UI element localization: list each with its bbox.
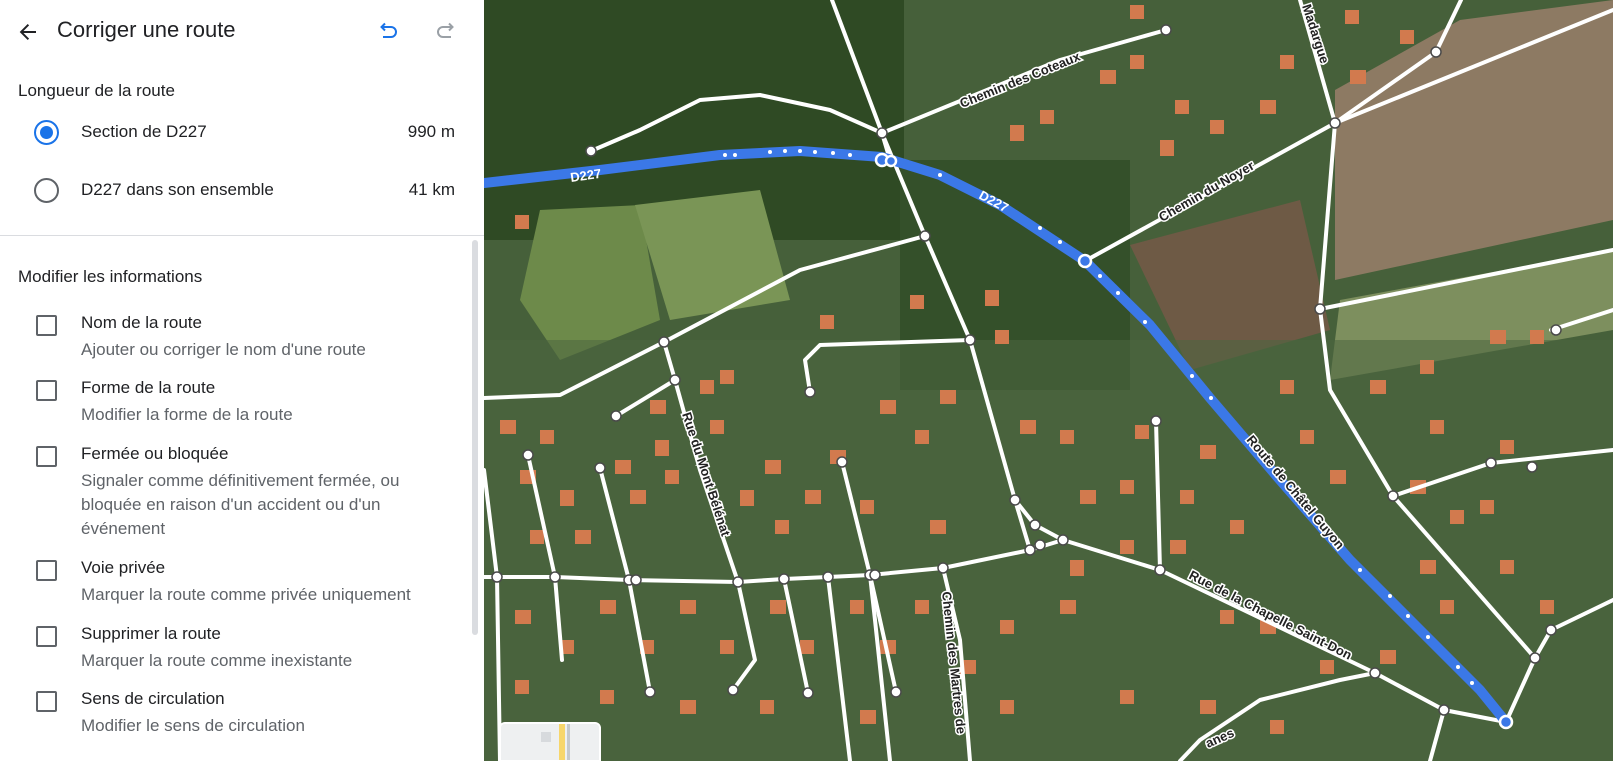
panel-scrollbar[interactable] xyxy=(472,240,478,635)
map-layer-icon xyxy=(501,724,599,760)
divider xyxy=(0,235,484,236)
map-layer-thumbnail[interactable] xyxy=(499,722,601,761)
radio-option-whole[interactable]: D227 dans son ensemble 41 km xyxy=(0,166,484,216)
undo-button[interactable] xyxy=(372,16,404,48)
option-road-name[interactable]: Nom de la route Ajouter ou corriger le n… xyxy=(0,313,470,363)
undo-icon xyxy=(380,22,397,38)
option-title: Nom de la route xyxy=(81,313,202,332)
option-title: Supprimer la route xyxy=(81,624,221,643)
radio-button-selected[interactable] xyxy=(34,120,59,145)
checkbox[interactable] xyxy=(36,560,57,581)
back-button[interactable] xyxy=(12,16,44,48)
arrow-back-icon xyxy=(19,24,36,40)
option-private-road[interactable]: Voie privée Marquer la route comme privé… xyxy=(0,558,470,608)
radio-button[interactable] xyxy=(34,178,59,203)
option-description: Modifier la forme de la route xyxy=(81,405,293,424)
option-description: Marquer la route comme privée uniquement xyxy=(81,585,411,604)
radio-label: Section de D227 xyxy=(81,122,207,141)
edit-road-panel: Corriger une route Longueur de la route … xyxy=(0,0,484,761)
option-title: Voie privée xyxy=(81,558,166,577)
checkbox[interactable] xyxy=(36,380,57,401)
map-canvas[interactable]: D227 D227 Chemin des Coteaux Chemin du N… xyxy=(484,0,1613,761)
option-description: Marquer la route comme inexistante xyxy=(81,651,353,670)
option-road-shape[interactable]: Forme de la route Modifier la forme de l… xyxy=(0,378,470,428)
length-heading: Longueur de la route xyxy=(18,81,175,100)
redo-icon xyxy=(437,22,454,38)
option-traffic-direction[interactable]: Sens de circulation Modifier le sens de … xyxy=(0,689,470,739)
modify-heading: Modifier les informations xyxy=(18,267,203,286)
option-title: Sens de circulation xyxy=(81,689,225,708)
checkbox[interactable] xyxy=(36,691,57,712)
option-description: Signaler comme définitivement fermée, ou… xyxy=(81,471,400,538)
panel-header: Corriger une route xyxy=(0,0,484,64)
length-value: 41 km xyxy=(408,180,455,199)
option-closed-blocked[interactable]: Fermée ou bloquée Signaler comme définit… xyxy=(0,444,470,542)
option-title: Fermée ou bloquée xyxy=(81,444,229,463)
checkbox[interactable] xyxy=(36,315,57,336)
option-title: Forme de la route xyxy=(81,378,216,397)
radio-label: D227 dans son ensemble xyxy=(81,180,274,199)
page-title: Corriger une route xyxy=(57,17,236,42)
radio-option-section[interactable]: Section de D227 990 m xyxy=(0,108,484,158)
satellite-map[interactable]: D227 D227 Chemin des Coteaux Chemin du N… xyxy=(484,0,1613,761)
option-description: Modifier le sens de circulation xyxy=(81,716,305,735)
length-value: 990 m xyxy=(407,122,455,141)
redo-button[interactable] xyxy=(430,16,462,48)
option-description: Ajouter ou corriger le nom d'une route xyxy=(81,340,366,359)
checkbox[interactable] xyxy=(36,626,57,647)
checkbox[interactable] xyxy=(36,446,57,467)
option-delete-road[interactable]: Supprimer la route Marquer la route comm… xyxy=(0,624,470,674)
